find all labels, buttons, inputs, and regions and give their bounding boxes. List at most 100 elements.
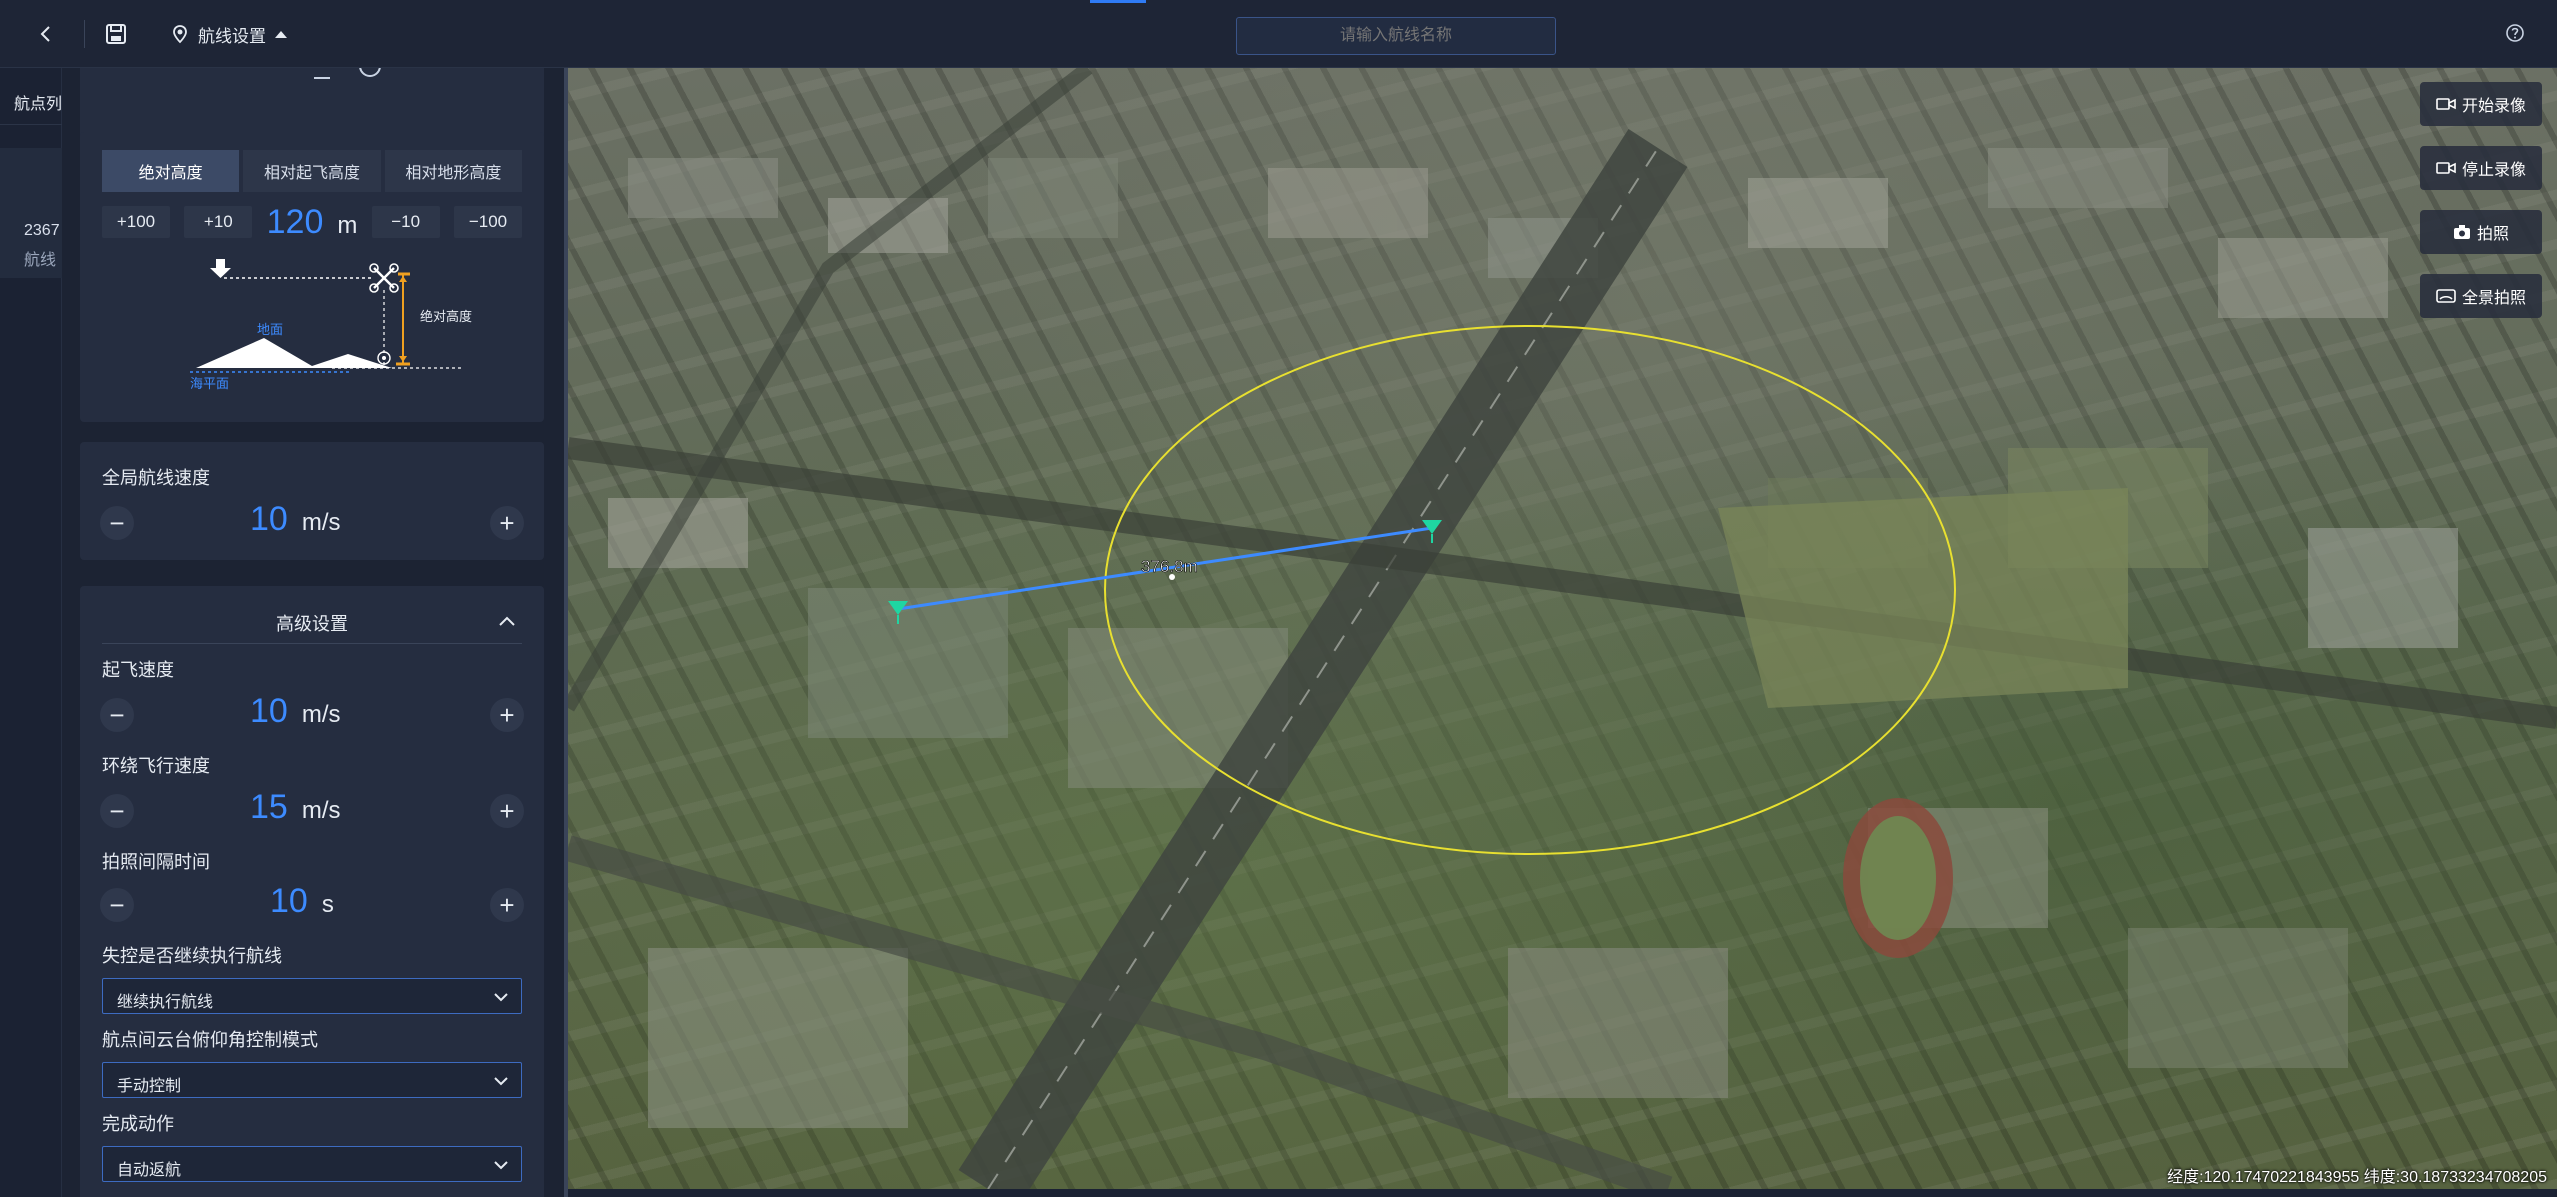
satellite-map[interactable]: 376.8m 开始录像 停止录像 拍照 全景拍照 经度:120.17470221… <box>568 68 2557 1189</box>
photo-interval-number[interactable]: 10 <box>270 882 308 921</box>
orbit-speed-label: 环绕飞行速度 <box>102 756 210 776</box>
lost-control-label: 失控是否继续执行航线 <box>102 946 282 966</box>
height-mode-relative-terrain[interactable]: 相对地形高度 <box>384 150 522 192</box>
global-speed-decrease-button[interactable]: − <box>100 506 134 540</box>
download-marker-icon <box>210 259 231 278</box>
height-minus-100-button[interactable]: −100 <box>453 206 522 238</box>
stop-recording-label: 停止录像 <box>2461 162 2526 179</box>
global-speed-label: 全局航线速度 <box>102 468 210 488</box>
help-button[interactable] <box>2502 20 2528 46</box>
photo-interval-stepper: − 10 s + <box>100 882 524 924</box>
takeoff-speed-increase-button[interactable]: + <box>490 698 524 732</box>
orbit-speed-value: 15 m/s <box>250 788 341 827</box>
gimbal-mode-select[interactable]: 手动控制 <box>102 1062 522 1098</box>
list-item[interactable]: 2367 航线 <box>0 148 62 278</box>
orbit-speed-decrease-button[interactable]: − <box>100 794 134 828</box>
route-distance-label: 376.8m <box>1141 557 1198 576</box>
top-bar: 航线设置 <box>0 0 2557 68</box>
chevron-down-icon <box>494 1161 508 1170</box>
gimbal-mode-value: 手动控制 <box>117 1078 182 1095</box>
sea-level-label: 海平面 <box>190 376 229 391</box>
height-card: 绝对高度 相对起飞高度 相对地形高度 +100 +10 120 m −10 −1… <box>80 132 544 422</box>
height-diagram: 地面 海平面 绝对高度 <box>190 259 472 391</box>
orbit-speed-stepper: − 15 m/s + <box>100 788 524 830</box>
height-minus-10-button[interactable]: −10 <box>371 206 440 238</box>
height-value: 120 m <box>267 203 358 242</box>
height-unit: m <box>337 211 358 239</box>
list-item-id: 2367 <box>24 222 60 239</box>
drone-icon <box>369 263 399 293</box>
global-speed-stepper: − 10 m/s + <box>100 500 524 542</box>
route-settings-panel: 绝对高度 相对起飞高度 相对地形高度 +100 +10 120 m −10 −1… <box>62 68 564 1197</box>
tab-divider <box>0 124 62 125</box>
start-recording-button[interactable]: 开始录像 <box>2420 82 2542 126</box>
takeoff-speed-number[interactable]: 10 <box>250 692 288 731</box>
photo-interval-decrease-button[interactable]: − <box>100 888 134 922</box>
ground-label: 地面 <box>257 322 283 337</box>
save-icon <box>106 24 126 44</box>
advanced-settings-title: 高级设置 <box>276 614 348 634</box>
height-number[interactable]: 120 <box>267 203 324 242</box>
video-camera-icon <box>2436 162 2456 174</box>
back-button[interactable] <box>30 18 62 50</box>
takeoff-speed-value: 10 m/s <box>250 692 341 731</box>
photo-interval-label: 拍照间隔时间 <box>102 852 210 872</box>
height-plus-100-button[interactable]: +100 <box>102 206 170 238</box>
lost-control-value: 继续执行航线 <box>117 994 214 1011</box>
takeoff-speed-label: 起飞速度 <box>102 660 174 680</box>
waypoint-list-strip: 航点列 2367 航线 <box>0 68 62 1197</box>
orbit-speed-number[interactable]: 15 <box>250 788 288 827</box>
height-mode-selector: 绝对高度 相对起飞高度 相对地形高度 <box>102 150 522 192</box>
lost-control-select[interactable]: 继续执行航线 <box>102 978 522 1014</box>
takeoff-speed-stepper: − 10 m/s + <box>100 692 524 734</box>
finish-action-label: 完成动作 <box>102 1114 174 1134</box>
orbit-speed-increase-button[interactable]: + <box>490 794 524 828</box>
route-pin-icon <box>173 25 187 44</box>
take-photo-label: 拍照 <box>2476 226 2509 243</box>
global-speed-value: 10 m/s <box>250 500 341 539</box>
height-plus-10-button[interactable]: +10 <box>184 206 253 238</box>
finish-action-select[interactable]: 自动返航 <box>102 1146 522 1182</box>
start-recording-label: 开始录像 <box>2461 98 2526 115</box>
finish-action-value: 自动返航 <box>117 1162 182 1179</box>
route-settings-button[interactable]: 航线设置 <box>170 18 288 50</box>
height-mode-absolute[interactable]: 绝对高度 <box>102 150 240 192</box>
photo-interval-value: 10 s <box>270 882 334 921</box>
help-icon <box>2506 24 2524 42</box>
chevron-down-icon <box>494 993 508 1002</box>
height-adjuster: +100 +10 120 m −10 −100 <box>102 203 522 242</box>
global-speed-card: 全局航线速度 − 10 m/s + <box>80 442 544 560</box>
route-name-input[interactable] <box>1236 17 1556 55</box>
camera-icon <box>2453 225 2470 239</box>
panorama-icon <box>2436 289 2456 303</box>
map-overlay: 376.8m <box>568 68 2557 1189</box>
stop-recording-button[interactable]: 停止录像 <box>2420 146 2542 190</box>
map-bottom-strip <box>568 1189 2557 1197</box>
panorama-photo-button[interactable]: 全景拍照 <box>2420 274 2542 318</box>
global-speed-number[interactable]: 10 <box>250 500 288 539</box>
list-item-type: 航线 <box>24 252 57 269</box>
chevron-down-icon <box>494 1077 508 1086</box>
tab-waypoint-list[interactable]: 航点列 <box>14 90 62 114</box>
height-mode-relative-takeoff[interactable]: 相对起飞高度 <box>243 150 381 192</box>
partial-icons <box>314 68 381 79</box>
gimbal-mode-label: 航点间云台俯仰角控制模式 <box>102 1030 318 1050</box>
chevron-up-icon[interactable] <box>496 610 518 632</box>
back-icon <box>40 26 50 42</box>
panorama-photo-label: 全景拍照 <box>2461 290 2526 307</box>
global-speed-increase-button[interactable]: + <box>490 506 524 540</box>
top-accent-bar <box>1090 0 1146 3</box>
global-speed-unit: m/s <box>301 509 341 536</box>
save-button[interactable] <box>100 18 132 50</box>
photo-interval-increase-button[interactable]: + <box>490 888 524 922</box>
coordinate-readout: 经度:120.17470221843955 纬度:30.187332347082… <box>2167 1169 2547 1186</box>
caret-up-icon <box>275 31 287 38</box>
takeoff-speed-decrease-button[interactable]: − <box>100 698 134 732</box>
advanced-settings-header[interactable]: 高级设置 <box>102 602 522 644</box>
advanced-settings-card: 高级设置 起飞速度 − 10 m/s + 环绕飞行速度 − 15 m/s + 拍… <box>80 586 544 1197</box>
route-settings-label: 航线设置 <box>198 26 266 46</box>
take-photo-button[interactable]: 拍照 <box>2420 210 2542 254</box>
takeoff-speed-unit: m/s <box>301 701 341 728</box>
video-camera-icon <box>2436 98 2456 110</box>
toolbar-divider <box>84 20 85 48</box>
